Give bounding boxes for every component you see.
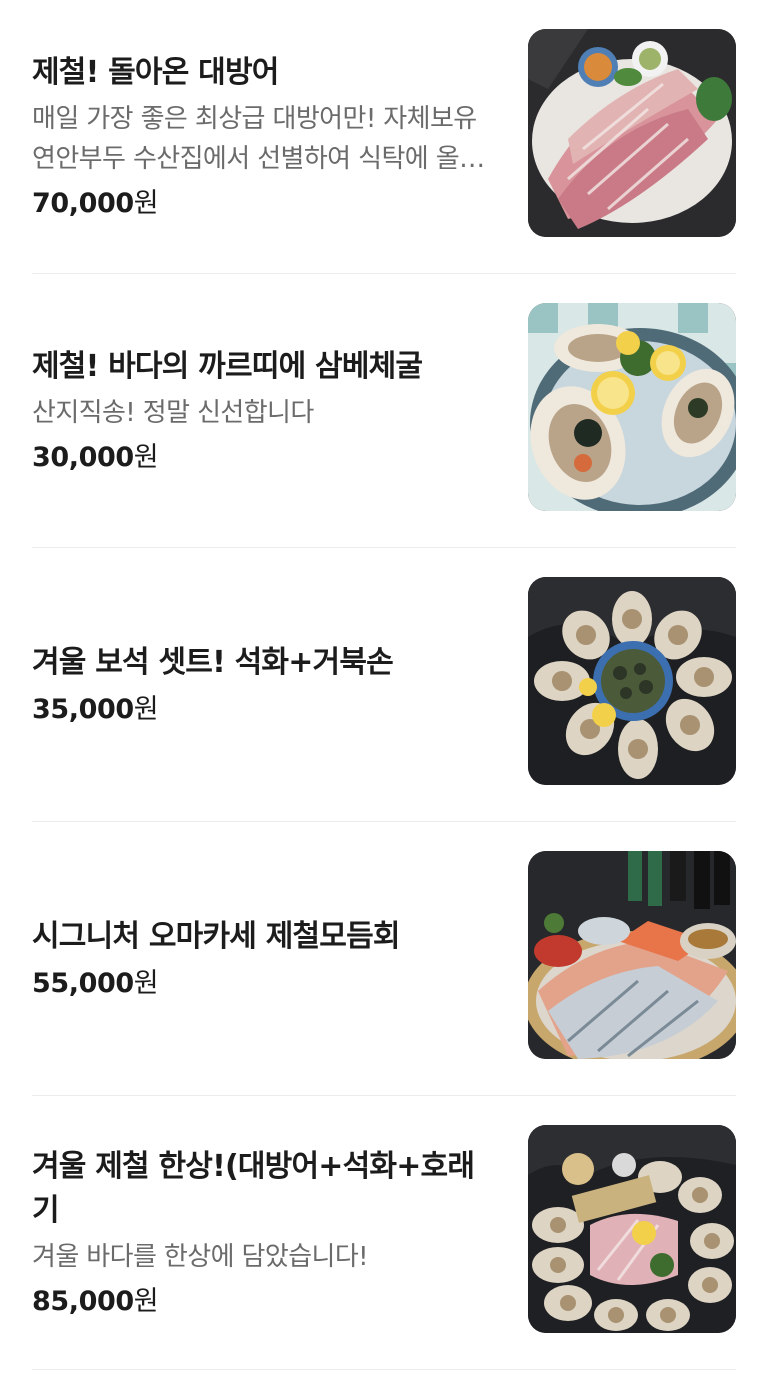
menu-item-name: 제철! 바다의 까르띠에 삼베체굴 — [32, 348, 423, 384]
menu-item-text: 겨울 보석 셋트! 석화+거북손 35,000원 — [32, 548, 497, 821]
price-currency: 원 — [133, 967, 159, 999]
menu-item-name: 겨울 보석 셋트! 석화+거북손 — [32, 644, 394, 680]
menu-item-description: 산지직송! 정말 신선합니다 — [32, 397, 314, 428]
price-currency: 원 — [133, 1285, 159, 1317]
price-amount: 30,000 — [32, 441, 134, 473]
menu-list: 제철! 돌아온 대방어 매일 가장 좋은 최상급 대방어만! 자체보유 연안부두… — [0, 0, 768, 1370]
price-amount: 35,000 — [32, 693, 134, 725]
menu-item-winter-set[interactable]: 겨울 제철 한상!(대방어+석화+호래기 겨울 바다를 한상에 담았습니다! 8… — [32, 1096, 736, 1370]
price-currency: 원 — [133, 693, 159, 725]
price-currency: 원 — [133, 187, 159, 219]
menu-item-description: 매일 가장 좋은 최상급 대방어만! 자체보유 연안부두 수산집에서 선별하여 … — [32, 103, 483, 174]
oysters-with-lemon-photo[interactable] — [528, 303, 736, 511]
price-amount: 55,000 — [32, 967, 134, 999]
menu-item-oysters[interactable]: 제철! 바다의 까르띠에 삼베체굴 산지직송! 정말 신선합니다 30,000원 — [32, 274, 736, 548]
menu-item-text: 겨울 제철 한상!(대방어+석화+호래기 겨울 바다를 한상에 담았습니다! 8… — [32, 1096, 497, 1369]
menu-item-text: 제철! 바다의 까르띠에 삼베체굴 산지직송! 정말 신선합니다 30,000원 — [32, 274, 497, 547]
yellowtail-sashimi-platter-photo[interactable] — [528, 29, 736, 237]
menu-item-yellowtail[interactable]: 제철! 돌아온 대방어 매일 가장 좋은 최상급 대방어만! 자체보유 연안부두… — [32, 0, 736, 274]
menu-item-price: 55,000원 — [32, 965, 497, 1003]
assorted-sashimi-omakase-photo[interactable] — [528, 851, 736, 1059]
winter-seafood-set-photo[interactable] — [528, 1125, 736, 1333]
oysters-and-gooseneck-barnacles-photo[interactable] — [528, 577, 736, 785]
menu-item-price: 35,000원 — [32, 691, 497, 729]
menu-item-name: 제철! 돌아온 대방어 — [32, 54, 279, 90]
price-currency: 원 — [133, 441, 159, 473]
menu-item-description: 겨울 바다를 한상에 담았습니다! — [32, 1241, 369, 1272]
menu-item-price: 70,000원 — [32, 185, 497, 223]
menu-item-price: 85,000원 — [32, 1283, 497, 1321]
menu-item-text: 제철! 돌아온 대방어 매일 가장 좋은 최상급 대방어만! 자체보유 연안부두… — [32, 0, 497, 273]
menu-item-signature-omakase[interactable]: 시그니처 오마카세 제철모듬회 55,000원 — [32, 822, 736, 1096]
menu-item-name: 시그니처 오마카세 제철모듬회 — [32, 918, 401, 954]
menu-item-price: 30,000원 — [32, 439, 497, 477]
menu-item-winter-jewel-set[interactable]: 겨울 보석 셋트! 석화+거북손 35,000원 — [32, 548, 736, 822]
price-amount: 70,000 — [32, 187, 134, 219]
menu-item-name: 겨울 제철 한상!(대방어+석화+호래기 — [32, 1148, 475, 1228]
menu-item-text: 시그니처 오마카세 제철모듬회 55,000원 — [32, 822, 497, 1095]
price-amount: 85,000 — [32, 1285, 134, 1317]
